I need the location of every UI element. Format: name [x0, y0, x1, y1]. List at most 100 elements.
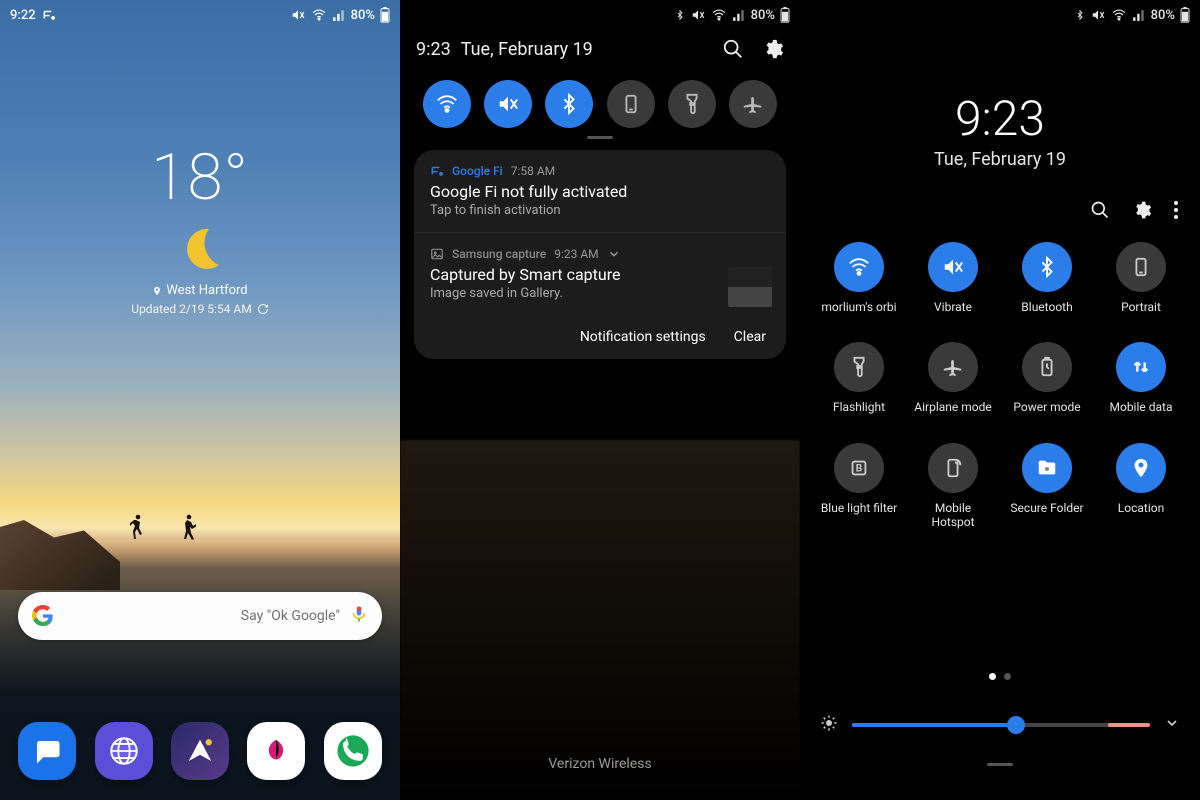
app-gallery[interactable] — [247, 722, 305, 780]
qs-tile-label: Power mode — [1013, 400, 1080, 414]
notif-time: 9:23 AM — [554, 247, 598, 261]
qs-tile-label: Bluetooth — [1021, 300, 1072, 314]
carrier-label: Verizon Wireless — [400, 756, 800, 772]
qs-tile-power[interactable]: Power mode — [1002, 342, 1092, 414]
qs-tile-location[interactable]: Location — [1096, 443, 1186, 530]
notif-app-name: Samsung capture — [452, 247, 546, 261]
refresh-icon[interactable] — [257, 303, 269, 315]
search-hint: Say "Ok Google" — [54, 608, 350, 624]
qs-tile-vibrate[interactable]: Vibrate — [908, 242, 998, 314]
qs-tile-hotspot[interactable]: Mobile Hotspot — [908, 443, 998, 530]
brightness-icon — [820, 714, 838, 736]
brightness-slider[interactable] — [852, 723, 1150, 727]
svg-text:B: B — [856, 463, 862, 474]
search-icon[interactable] — [1090, 200, 1110, 220]
qs-tile-airplane[interactable]: Airplane mode — [908, 342, 998, 414]
status-bar: 9:22 80% — [0, 0, 400, 30]
qs-tile-flashlight[interactable]: Flashlight — [814, 342, 904, 414]
wallpaper-figure — [130, 514, 144, 540]
qs-handle[interactable] — [987, 763, 1013, 766]
qs-tile-securefolder[interactable]: Secure Folder — [1002, 443, 1092, 530]
qs-tile-label: Blue light filter — [821, 501, 897, 515]
fi-icon — [42, 8, 56, 22]
app-phone[interactable] — [324, 722, 382, 780]
notification-settings-button[interactable]: Notification settings — [580, 329, 706, 345]
toggle-vibrate[interactable] — [484, 80, 532, 128]
wifi-icon — [711, 8, 727, 22]
toggle-airplane[interactable] — [729, 80, 777, 128]
airplane-icon — [928, 342, 978, 392]
weather-widget[interactable]: 18° West Hartford Updated 2/19 5:54 AM — [0, 140, 400, 316]
qs-tile-mobiledata[interactable]: Mobile data — [1096, 342, 1186, 414]
qs-tile-wifi[interactable]: morlium's orbi — [814, 242, 904, 314]
qs-tile-label: Secure Folder — [1010, 501, 1083, 515]
brightness-row — [820, 714, 1180, 736]
qs-tile-portrait[interactable]: Portrait — [1096, 242, 1186, 314]
toggle-portrait[interactable] — [607, 80, 655, 128]
flashlight-icon — [834, 342, 884, 392]
battery-percent: 80% — [751, 8, 775, 23]
gear-icon[interactable] — [1132, 200, 1152, 220]
location-icon — [1116, 443, 1166, 493]
qs-header-icons — [1090, 200, 1178, 220]
app-internet[interactable] — [95, 722, 153, 780]
shade-header: 9:23 Tue, February 19 — [400, 38, 800, 60]
updated-text: Updated 2/19 5:54 AM — [131, 302, 251, 316]
qs-tile-bluetooth[interactable]: Bluetooth — [1002, 242, 1092, 314]
app-send[interactable] — [171, 722, 229, 780]
mute-icon — [690, 8, 706, 22]
qs-tile-label: Airplane mode — [914, 400, 991, 414]
moon-icon — [175, 223, 225, 273]
clear-button[interactable]: Clear — [734, 329, 766, 345]
wifi-icon — [1111, 8, 1127, 22]
qs-tile-label: Mobile data — [1110, 400, 1173, 414]
chevron-down-icon[interactable] — [607, 247, 621, 261]
notification[interactable]: Samsung capture 9:23 AM Captured by Smart … — [414, 233, 786, 315]
qs-tile-label: morlium's orbi — [821, 300, 896, 314]
toggle-wifi[interactable] — [423, 80, 471, 128]
location-pin-icon — [152, 285, 162, 297]
notif-time: 7:58 AM — [511, 164, 555, 178]
shade-handle[interactable] — [587, 136, 613, 139]
status-bar: 80% — [800, 0, 1200, 30]
clock-time: 9:23 — [800, 90, 1200, 147]
quick-settings-expanded: 80% 9:23 Tue, February 19 morlium's orbi… — [800, 0, 1200, 800]
more-icon[interactable] — [1174, 201, 1178, 219]
location-name: West Hartford — [166, 283, 247, 298]
mic-icon[interactable] — [350, 605, 368, 627]
mute-icon — [1090, 8, 1106, 22]
page-indicator[interactable] — [800, 673, 1200, 680]
signal-icon — [332, 8, 346, 22]
mute-icon — [290, 8, 306, 22]
qs-tile-label: Portrait — [1121, 300, 1161, 314]
clock-date: Tue, February 19 — [800, 149, 1200, 170]
chevron-down-icon[interactable] — [1164, 715, 1180, 735]
notification[interactable]: Google Fi7:58 AMGoogle Fi not fully acti… — [414, 150, 786, 233]
qs-tile-label: Vibrate — [934, 300, 972, 314]
qs-tile-bluelight[interactable]: B Blue light filter — [814, 443, 904, 530]
power-icon — [1022, 342, 1072, 392]
shade-time: 9:23 — [416, 39, 451, 60]
qs-tile-label: Mobile Hotspot — [914, 501, 992, 530]
battery-icon — [1180, 7, 1190, 23]
toggle-bluetooth[interactable] — [545, 80, 593, 128]
hotspot-icon — [928, 443, 978, 493]
battery-icon — [780, 7, 790, 23]
bluetooth-icon — [675, 8, 685, 22]
toggle-flashlight[interactable] — [668, 80, 716, 128]
wallpaper-figure — [182, 514, 196, 540]
notif-app-name: Google Fi — [452, 164, 503, 178]
app-messages[interactable] — [18, 722, 76, 780]
search-icon[interactable] — [722, 38, 744, 60]
qs-tile-label: Location — [1118, 501, 1164, 515]
bluetooth-icon — [1075, 8, 1085, 22]
notif-app-icon — [430, 164, 444, 178]
google-search-bar[interactable]: Say "Ok Google" — [18, 592, 382, 640]
battery-icon — [380, 7, 390, 23]
wifi-icon — [834, 242, 884, 292]
notif-title: Captured by Smart capture — [430, 265, 716, 284]
wifi-icon — [311, 8, 327, 22]
status-time: 9:22 — [10, 8, 36, 23]
gear-icon[interactable] — [762, 38, 784, 60]
vibrate-icon — [928, 242, 978, 292]
